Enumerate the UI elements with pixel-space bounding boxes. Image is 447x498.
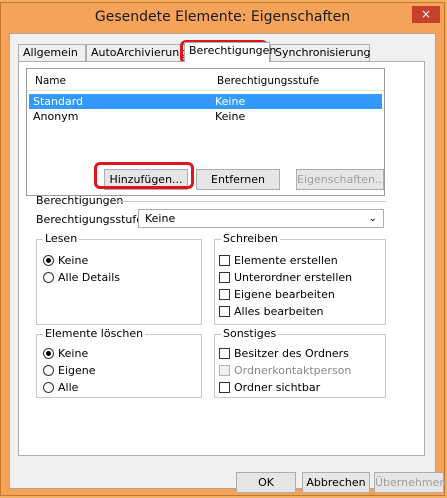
other-option-folder-visible[interactable]: Ordner sichtbar xyxy=(219,381,320,394)
row-level: Keine xyxy=(215,95,246,108)
row-name: Standard xyxy=(33,95,84,108)
apply-button[interactable]: Übernehmen xyxy=(374,472,446,493)
radio-selected-icon xyxy=(43,347,54,359)
level-select-value: Keine xyxy=(145,212,176,225)
permissions-section-label: Berechtigungen xyxy=(36,194,124,207)
delete-group: Elemente löschen Keine Eigene Alle xyxy=(36,327,202,398)
properties-button[interactable]: Eigenschaften... xyxy=(296,169,385,190)
radio-icon xyxy=(43,364,54,376)
write-group-label: Schreiben xyxy=(221,232,280,245)
cancel-button[interactable]: Abbrechen xyxy=(302,472,370,493)
write-option-create-subfolders[interactable]: Unterordner erstellen xyxy=(219,271,352,284)
write-option-edit-own[interactable]: Eigene bearbeiten xyxy=(219,288,335,301)
read-group: Lesen Keine Alle Details xyxy=(36,232,202,325)
level-label: Berechtigungsstufe: xyxy=(36,213,147,226)
read-option-all-details[interactable]: Alle Details xyxy=(43,271,120,284)
tab-allgemein[interactable]: Allgemein xyxy=(18,44,86,61)
option-label: Ordner sichtbar xyxy=(234,381,321,394)
column-header-level[interactable]: Berechtigungsstufe xyxy=(217,75,319,87)
properties-dialog: Gesendete Elemente: Eigenschaften × Allg… xyxy=(0,2,446,496)
delete-option-none[interactable]: Keine xyxy=(43,347,88,360)
row-level: Keine xyxy=(215,110,246,123)
delete-option-all[interactable]: Alle xyxy=(43,381,78,394)
list-row-standard[interactable]: Standard Keine xyxy=(29,94,382,109)
row-name: Anonym xyxy=(33,110,79,123)
option-label: Alle Details xyxy=(58,271,121,284)
tab-autoarchivierung[interactable]: AutoArchivierung xyxy=(86,44,186,61)
delete-group-label: Elemente löschen xyxy=(43,327,146,340)
header-divider xyxy=(27,90,384,91)
write-option-create-items[interactable]: Elemente erstellen xyxy=(219,254,338,267)
checkbox-icon xyxy=(219,271,230,283)
other-group-label: Sonstiges xyxy=(221,327,279,340)
other-option-folder-owner[interactable]: Besitzer des Ordners xyxy=(219,347,349,360)
ok-button[interactable]: OK xyxy=(236,472,296,493)
option-label: Alle xyxy=(58,381,79,394)
read-option-none[interactable]: Keine xyxy=(43,254,88,267)
checkbox-icon xyxy=(219,347,230,359)
read-group-label: Lesen xyxy=(43,232,80,245)
list-row-anonym[interactable]: Anonym Keine xyxy=(29,109,382,124)
checkbox-icon xyxy=(219,381,230,393)
radio-selected-icon xyxy=(43,254,54,266)
option-label: Elemente erstellen xyxy=(234,254,338,267)
write-option-edit-all[interactable]: Alles bearbeiten xyxy=(219,305,324,318)
option-label: Eigene xyxy=(58,364,96,377)
option-label: Keine xyxy=(58,254,89,267)
option-label: Alles bearbeiten xyxy=(234,305,324,318)
radio-icon xyxy=(43,381,54,393)
dialog-title: Gesendete Elemente: Eigenschaften xyxy=(94,9,351,25)
dialog-content: Allgemein AutoArchivierung Berechtigunge… xyxy=(9,33,446,493)
highlight-add-button xyxy=(94,162,194,189)
option-label: Besitzer des Ordners xyxy=(234,347,349,360)
delete-option-own[interactable]: Eigene xyxy=(43,364,96,377)
tab-synchronisierung[interactable]: Synchronisierung xyxy=(270,44,371,61)
option-label: Unterordner erstellen xyxy=(234,271,353,284)
other-group: Sonstiges Besitzer des Ordners Ordnerkon… xyxy=(214,327,386,398)
checkbox-icon xyxy=(219,305,230,317)
tab-berechtigungen[interactable]: Berechtigungen xyxy=(184,42,276,62)
radio-icon xyxy=(43,271,54,283)
checkbox-disabled-icon xyxy=(219,364,230,376)
option-label: Eigene bearbeiten xyxy=(234,288,335,301)
close-button[interactable]: × xyxy=(412,6,440,23)
title-bar: Gesendete Elemente: Eigenschaften × xyxy=(1,3,444,33)
option-label: Ordnerkontaktperson xyxy=(234,364,352,377)
checkbox-icon xyxy=(219,254,230,266)
section-divider xyxy=(116,201,386,202)
column-header-name[interactable]: Name xyxy=(35,75,66,87)
other-option-folder-contact[interactable]: Ordnerkontaktperson xyxy=(219,364,351,377)
remove-button[interactable]: Entfernen xyxy=(196,169,280,190)
level-select[interactable]: Keine ⌄ xyxy=(138,209,384,228)
write-group: Schreiben Elemente erstellen Unterordner… xyxy=(214,232,386,325)
option-label: Keine xyxy=(58,347,89,360)
checkbox-icon xyxy=(219,288,230,300)
chevron-down-icon: ⌄ xyxy=(368,213,377,224)
